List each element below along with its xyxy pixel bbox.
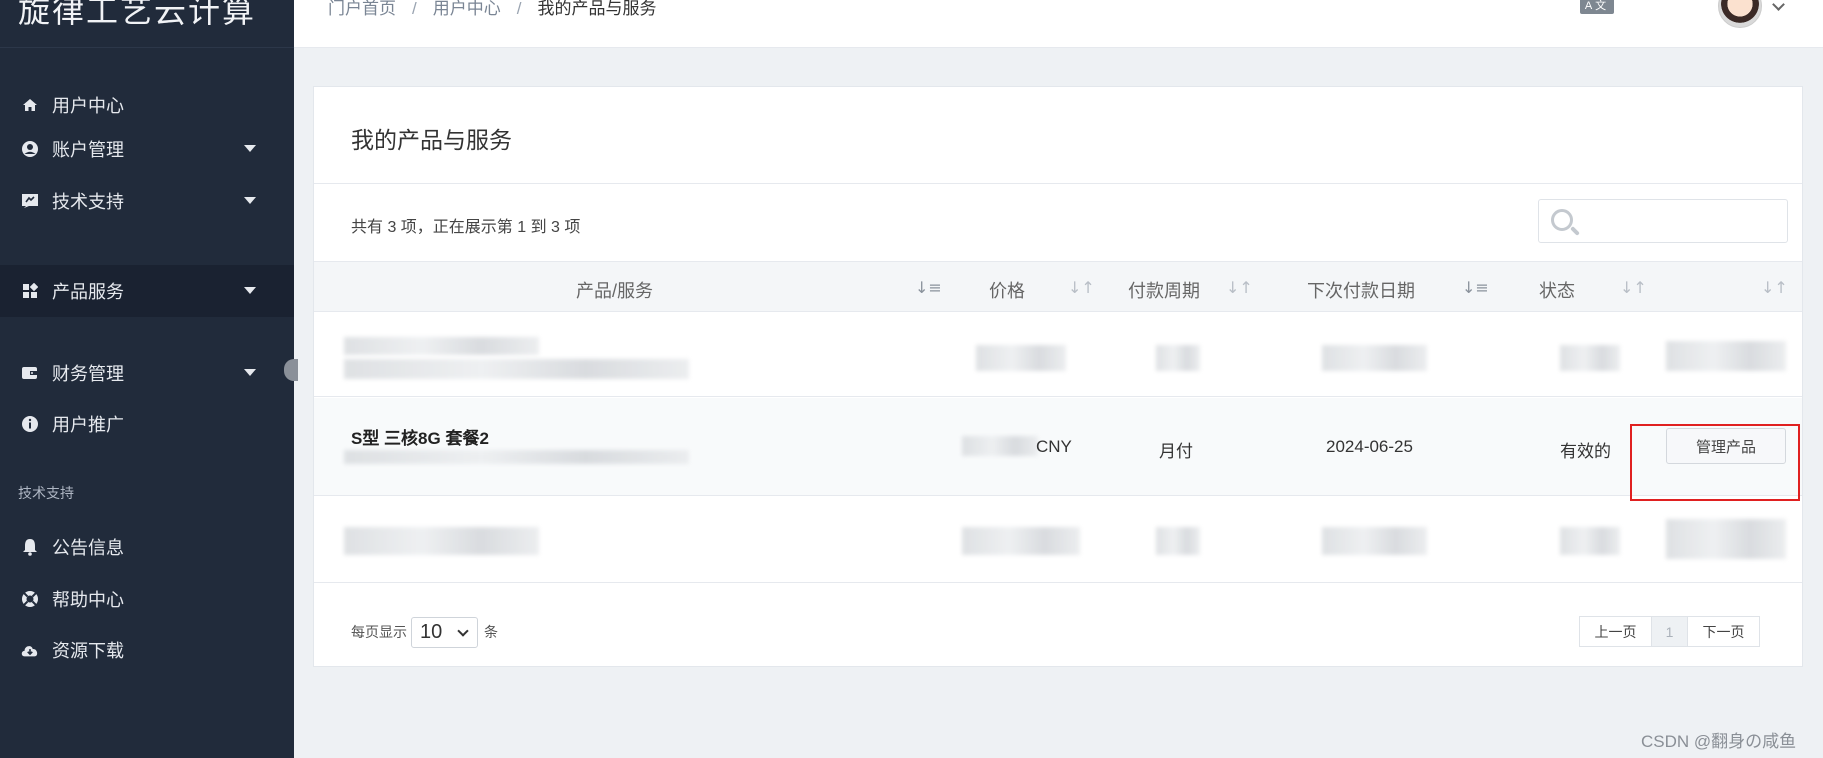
bell-icon	[20, 537, 40, 557]
translate-icon[interactable]: A文	[1580, 0, 1614, 14]
breadcrumb-separator: /	[412, 0, 417, 18]
breadcrumb-separator: /	[516, 0, 522, 18]
wallet-icon	[20, 363, 40, 383]
sidebar-item-label: 公告信息	[52, 538, 124, 558]
sort-icon[interactable]: ↓≡	[915, 278, 942, 297]
sidebar-item-label: 资源下载	[52, 641, 124, 661]
table-info: 共有 3 项，正在展示第 1 到 3 项	[351, 219, 581, 236]
breadcrumb-current: 我的产品与服务	[537, 0, 657, 18]
column-header-product[interactable]: 产品/服务	[576, 277, 653, 303]
sort-icon[interactable]: ↓↑	[1761, 278, 1788, 297]
chevron-down-icon	[244, 287, 256, 294]
grid-icon	[20, 281, 40, 301]
breadcrumb-user-center[interactable]: 用户中心	[433, 0, 501, 18]
column-header-cycle[interactable]: 付款周期	[1128, 277, 1200, 303]
redacted-text	[344, 527, 539, 555]
redacted-text	[1322, 527, 1427, 555]
redacted-text	[1560, 345, 1620, 371]
sidebar-item-label: 产品服务	[52, 282, 124, 302]
chevron-down-icon[interactable]	[1772, 0, 1785, 11]
brand-name: 旋律工艺云计算	[18, 0, 257, 30]
sidebar-item-finance[interactable]: 财务管理	[0, 347, 294, 399]
watermark: CSDN @翻身の咸鱼	[1641, 732, 1797, 751]
chevron-down-icon	[244, 369, 256, 376]
brand-logo[interactable]: 旋律工艺云计算	[0, 0, 294, 48]
divider	[314, 183, 1802, 184]
sidebar: 旋律工艺云计算 用户中心 账户管理 技术支持 产品服务 财务管理 用户推广 技术…	[0, 0, 294, 758]
sidebar-item-label: 技术支持	[52, 192, 124, 212]
redacted-button[interactable]	[1666, 519, 1786, 559]
breadcrumb: 门户首页 / 用户中心 / 我的产品与服务	[328, 0, 656, 19]
sidebar-section-label: 技术支持	[18, 485, 74, 501]
column-header-price[interactable]: 价格	[989, 277, 1025, 303]
sidebar-collapse-handle[interactable]	[284, 359, 298, 381]
sidebar-item-label: 用户中心	[52, 96, 124, 116]
info-icon	[20, 414, 40, 434]
status-badge: 有效的	[1560, 442, 1611, 461]
table-row[interactable]	[314, 313, 1802, 397]
products-card: 我的产品与服务 共有 3 项，正在展示第 1 到 3 项 产品/服务 ↓≡ 价格…	[313, 86, 1803, 667]
table-header: 产品/服务 ↓≡ 价格 ↓↑ 付款周期 ↓↑ 下次付款日期 ↓≡ 状态 ↓↑ ↓…	[314, 261, 1802, 312]
sidebar-item-products[interactable]: 产品服务	[0, 265, 294, 317]
redacted-text	[1156, 345, 1200, 371]
product-name[interactable]: S型 三核8G 套餐2	[351, 424, 489, 449]
sidebar-item-account[interactable]: 账户管理	[0, 123, 294, 175]
column-header-status[interactable]: 状态	[1539, 277, 1575, 303]
user-circle-icon	[20, 139, 40, 159]
annotation-highlight	[1630, 424, 1800, 501]
redacted-text	[962, 527, 1080, 555]
redacted-button[interactable]	[1666, 341, 1786, 371]
home-icon	[20, 95, 40, 115]
sort-icon[interactable]: ↓↑	[1068, 278, 1095, 297]
table-row[interactable]	[314, 497, 1802, 583]
next-page-button[interactable]: 下一页	[1687, 616, 1760, 647]
chevron-down-icon	[244, 197, 256, 204]
per-page-unit: 条	[484, 624, 498, 640]
per-page-label: 每页显示	[351, 624, 407, 640]
lifebuoy-icon	[20, 589, 40, 609]
per-page-value: 10	[420, 621, 443, 643]
search-input[interactable]	[1538, 199, 1788, 243]
sidebar-item-announcements[interactable]: 公告信息	[0, 521, 294, 573]
chevron-down-icon	[244, 145, 256, 152]
redacted-text	[976, 345, 1066, 371]
redacted-price	[962, 436, 1038, 456]
avatar[interactable]	[1718, 0, 1762, 28]
redacted-text	[1322, 345, 1427, 371]
page-number-current[interactable]: 1	[1651, 616, 1688, 647]
sidebar-item-label: 帮助中心	[52, 590, 124, 610]
sort-icon[interactable]: ↓≡	[1462, 278, 1489, 297]
sidebar-item-label: 财务管理	[52, 364, 124, 384]
price-currency: CNY	[1036, 437, 1072, 456]
chevron-down-icon	[457, 625, 469, 637]
breadcrumb-home[interactable]: 门户首页	[328, 0, 396, 18]
billing-cycle: 月付	[1159, 442, 1193, 461]
sidebar-item-downloads[interactable]: 资源下载	[0, 624, 294, 676]
redacted-text	[344, 450, 689, 464]
sort-icon[interactable]: ↓↑	[1620, 278, 1647, 297]
search-icon	[1551, 209, 1573, 231]
prev-page-button[interactable]: 上一页	[1579, 616, 1652, 647]
cloud-download-icon	[20, 640, 40, 660]
sidebar-item-support[interactable]: 技术支持	[0, 175, 294, 227]
sidebar-item-help[interactable]: 帮助中心	[0, 573, 294, 625]
next-payment-date: 2024-06-25	[1326, 437, 1413, 456]
redacted-text	[344, 337, 539, 355]
ticket-icon	[20, 191, 40, 211]
page-title: 我的产品与服务	[351, 127, 512, 153]
per-page-select[interactable]: 10	[411, 617, 478, 648]
redacted-text	[344, 359, 689, 379]
sidebar-item-referral[interactable]: 用户推广	[0, 398, 294, 450]
column-header-next-date[interactable]: 下次付款日期	[1307, 277, 1415, 303]
top-header: 门户首页 / 用户中心 / 我的产品与服务 A文	[294, 0, 1823, 48]
sidebar-item-label: 账户管理	[52, 140, 124, 160]
redacted-text	[1156, 527, 1200, 555]
redacted-text	[1560, 527, 1620, 555]
sidebar-item-label: 用户推广	[52, 415, 124, 435]
sort-icon[interactable]: ↓↑	[1226, 278, 1253, 297]
table-row[interactable]: S型 三核8G 套餐2 CNY 月付 2024-06-25 有效的 管理产品	[314, 398, 1802, 496]
